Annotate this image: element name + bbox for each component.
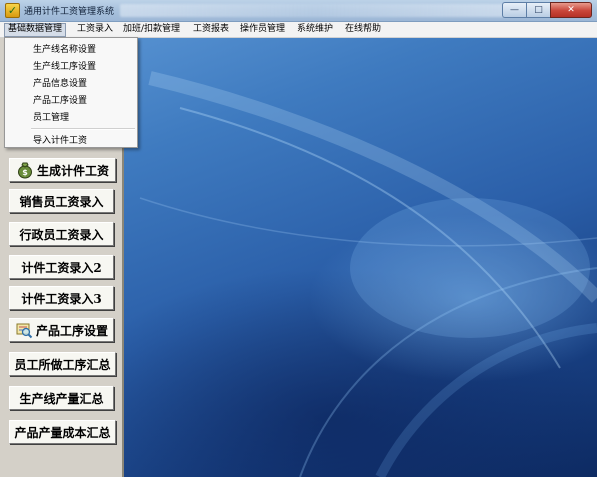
piece-wage-entry-3-label: 计件工资录入3 [21, 291, 102, 306]
menu-bar: 基础数据管理 工资录入 加班/扣款管理 工资报表 操作员管理 系统维护 在线帮助 [0, 22, 597, 38]
menu-wage-reports[interactable]: 工资报表 [190, 23, 232, 37]
piece-wage-entry-2-label: 计件工资录入2 [21, 260, 102, 275]
production-line-output-summary-button[interactable]: 生产线产量汇总 [9, 386, 114, 410]
sales-staff-wage-entry-button[interactable]: 销售员工资录入 [9, 189, 114, 213]
menu-separator [31, 128, 135, 130]
close-button[interactable]: ✕ [550, 2, 592, 18]
product-output-cost-summary-label: 产品产量成本汇总 [14, 425, 111, 440]
product-process-settings-label: 产品工序设置 [35, 323, 108, 338]
basic-data-dropdown-menu: 生产线名称设置 生产线工序设置 产品信息设置 产品工序设置 员工管理 导入计件工… [4, 37, 138, 148]
employee-process-summary-label: 员工所做工序汇总 [14, 357, 111, 372]
title-bar-blurred-region [120, 4, 510, 17]
menu-item-import-piece-wage[interactable]: 导入计件工资 [33, 133, 87, 146]
product-output-cost-summary-button[interactable]: 产品产量成本汇总 [9, 420, 116, 444]
admin-staff-wage-entry-button[interactable]: 行政员工资录入 [9, 222, 114, 246]
menu-item-product-info-settings[interactable]: 产品信息设置 [33, 76, 87, 89]
menu-item-production-line-process-settings[interactable]: 生产线工序设置 [33, 59, 96, 72]
generate-piece-wage-button[interactable]: $ 生成计件工资 [9, 158, 116, 182]
sales-staff-wage-entry-label: 销售员工资录入 [19, 194, 104, 209]
employee-process-summary-button[interactable]: 员工所做工序汇总 [9, 352, 116, 376]
settings-magnifier-icon [16, 323, 33, 339]
title-bar: ✓ 通用计件工资管理系统 — □ ✕ [0, 0, 597, 22]
generate-piece-wage-label: 生成计件工资 [36, 163, 109, 178]
admin-staff-wage-entry-label: 行政员工资录入 [19, 227, 104, 242]
window-controls: — □ ✕ [502, 2, 592, 18]
menu-item-employee-management[interactable]: 员工管理 [33, 110, 69, 123]
window-title: 通用计件工资管理系统 [24, 7, 115, 17]
menu-operator-management[interactable]: 操作员管理 [237, 23, 288, 37]
piece-wage-entry-2-button[interactable]: 计件工资录入2 [9, 255, 114, 279]
svg-text:$: $ [22, 168, 28, 177]
menu-basic-data[interactable]: 基础数据管理 [4, 23, 67, 37]
menu-system-maintenance[interactable]: 系统维护 [294, 23, 336, 37]
app-icon: ✓ [5, 3, 20, 18]
menu-overtime-deduction[interactable]: 加班/扣款管理 [120, 23, 183, 37]
piece-wage-entry-3-button[interactable]: 计件工资录入3 [9, 286, 114, 310]
menu-online-help[interactable]: 在线帮助 [342, 23, 384, 37]
menu-wage-entry[interactable]: 工资录入 [74, 23, 116, 37]
production-line-output-summary-label: 生产线产量汇总 [19, 391, 104, 406]
minimize-button[interactable]: — [502, 2, 526, 18]
product-process-settings-button[interactable]: 产品工序设置 [9, 318, 114, 342]
menu-item-product-process-settings[interactable]: 产品工序设置 [33, 93, 87, 106]
money-bag-icon: $ [17, 162, 32, 179]
maximize-button[interactable]: □ [526, 2, 550, 18]
menu-item-production-line-name-settings[interactable]: 生产线名称设置 [33, 42, 96, 55]
